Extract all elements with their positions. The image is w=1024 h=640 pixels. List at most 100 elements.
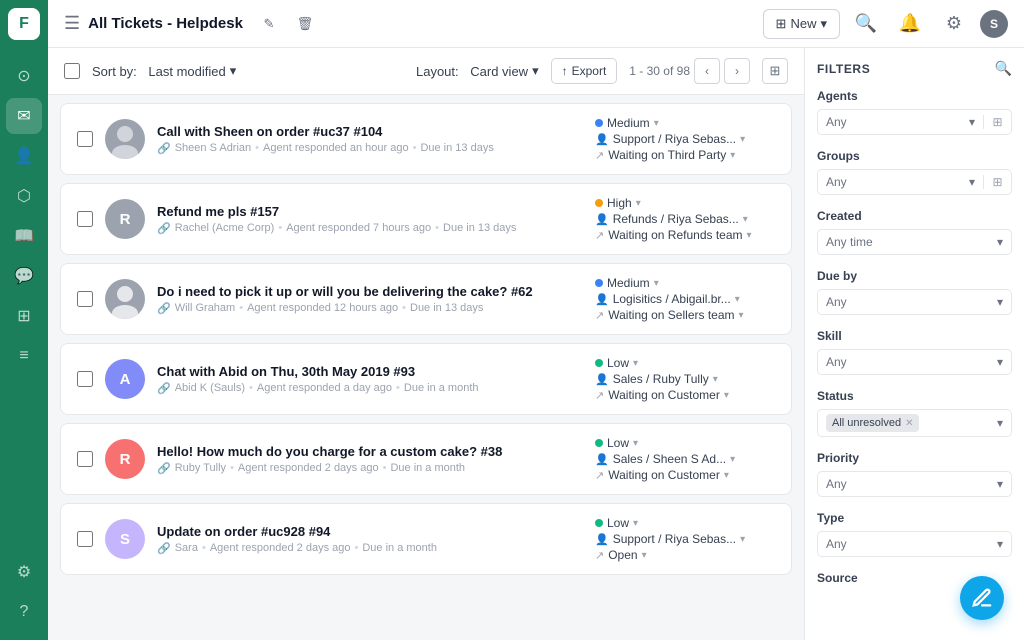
team-tag[interactable]: 👤 Support / Riya Sebas... ▾ [595, 132, 745, 146]
filter-due-by: Due by Any ▾ [817, 269, 1012, 315]
ticket-due: Due in 13 days [420, 142, 493, 154]
team-chevron: ▾ [743, 214, 748, 225]
status-tag[interactable]: ↗ Open ▾ [595, 548, 647, 562]
ticket-meta: 🔗 Sara • Agent responded 2 days ago • Du… [157, 542, 583, 555]
status-label: Waiting on Customer [608, 388, 720, 402]
ticket-title[interactable]: Call with Sheen on order #uc37 #104 [157, 124, 583, 139]
next-page-button[interactable]: › [724, 58, 750, 84]
priority-tag[interactable]: Low ▾ [595, 516, 638, 530]
filter-type: Type Any ▾ [817, 511, 1012, 557]
team-tag[interactable]: 👤 Refunds / Riya Sebas... ▾ [595, 212, 748, 226]
ticket-info: Do i need to pick it up or will you be d… [157, 284, 583, 315]
ticket-checkbox[interactable] [77, 451, 93, 467]
status-tag[interactable]: ↗ Waiting on Customer ▾ [595, 468, 729, 482]
ticket-tags: Low ▾ 👤 Support / Riya Sebas... ▾ ↗ Open… [595, 516, 775, 562]
ticket-title[interactable]: Update on order #uc928 #94 [157, 524, 583, 539]
page-title: All Tickets - Helpdesk [88, 15, 243, 32]
priority-chevron-icon: ▾ [997, 477, 1003, 491]
created-select[interactable]: Any time ▾ [817, 229, 1012, 255]
status-tag[interactable]: ↗ Waiting on Third Party ▾ [595, 148, 735, 162]
sort-label: Sort by: [92, 64, 137, 79]
groups-select[interactable]: Any ▾ ⊞ [817, 169, 1012, 195]
filter-search-icon[interactable]: 🔍 [995, 60, 1012, 77]
groups-select-main[interactable]: Any ▾ [818, 170, 983, 194]
priority-tag[interactable]: High ▾ [595, 196, 641, 210]
new-button[interactable]: ⊞ New ▾ [763, 9, 840, 39]
filters-panel: FILTERS 🔍 Agents Any ▾ ⊞ Groups [804, 48, 1024, 640]
sidebar-icon-integration[interactable]: ⊞ [6, 298, 42, 334]
priority-select[interactable]: Any ▾ [817, 471, 1012, 497]
sidebar-icon-list[interactable]: ≡ [6, 338, 42, 374]
ticket-agent: Rachel (Acme Corp) [175, 222, 275, 234]
status-tag[interactable]: ↗ Waiting on Customer ▾ [595, 388, 729, 402]
agents-action-icon[interactable]: ⊞ [983, 115, 1011, 129]
ticket-title[interactable]: Do i need to pick it up or will you be d… [157, 284, 583, 299]
priority-tag[interactable]: Medium ▾ [595, 116, 659, 130]
team-tag[interactable]: 👤 Logisitics / Abigail.br... ▾ [595, 292, 740, 306]
user-avatar[interactable]: S [980, 10, 1008, 38]
team-label: Sales / Sheen S Ad... [613, 452, 726, 466]
sort-chevron-icon: ▾ [230, 63, 237, 79]
due-by-select[interactable]: Any ▾ [817, 289, 1012, 315]
sidebar-icon-inbox[interactable]: ✉ [6, 98, 42, 134]
agents-select-main[interactable]: Any ▾ [818, 110, 983, 134]
ticket-checkbox[interactable] [77, 291, 93, 307]
filter-skill: Skill Any ▾ [817, 329, 1012, 375]
grid-view-button[interactable]: ⊞ [762, 58, 788, 84]
delete-icon[interactable]: 🗑 [291, 10, 319, 38]
ticket-checkbox[interactable] [77, 211, 93, 227]
sidebar-icon-groups[interactable]: ⬡ [6, 178, 42, 214]
ticket-checkbox[interactable] [77, 531, 93, 547]
app-logo[interactable]: F [8, 8, 40, 40]
ticket-checkbox[interactable] [77, 131, 93, 147]
sidebar-icon-help[interactable]: ? [6, 594, 42, 630]
status-select[interactable]: All unresolved ✕ ▾ [817, 409, 1012, 437]
table-row: Do i need to pick it up or will you be d… [60, 263, 792, 335]
priority-tag[interactable]: Low ▾ [595, 436, 638, 450]
status-icon: ↗ [595, 229, 604, 242]
sidebar-icon-chat[interactable]: 💬 [6, 258, 42, 294]
ticket-agent: Sara [175, 542, 198, 554]
ticket-title[interactable]: Refund me pls #157 [157, 204, 583, 219]
team-tag[interactable]: 👤 Support / Riya Sebas... ▾ [595, 532, 745, 546]
notifications-icon[interactable]: 🔔 [892, 6, 928, 42]
sidebar-icon-contacts[interactable]: 👤 [6, 138, 42, 174]
table-row: R Hello! How much do you charge for a cu… [60, 423, 792, 495]
status-icon: ↗ [595, 549, 604, 562]
status-label: Waiting on Sellers team [608, 308, 734, 322]
status-tag[interactable]: ↗ Waiting on Sellers team ▾ [595, 308, 744, 322]
ticket-checkbox[interactable] [77, 371, 93, 387]
team-tag[interactable]: 👤 Sales / Ruby Tully ▾ [595, 372, 718, 386]
ticket-info: Hello! How much do you charge for a cust… [157, 444, 583, 475]
priority-tag[interactable]: Low ▾ [595, 356, 638, 370]
sidebar-icon-home[interactable]: ⊙ [6, 58, 42, 94]
priority-tag[interactable]: Medium ▾ [595, 276, 659, 290]
sort-button[interactable]: Sort by: Last modified ▾ [92, 63, 236, 79]
status-tag-remove-icon[interactable]: ✕ [905, 418, 913, 429]
fab-button[interactable] [960, 576, 1004, 620]
ticket-title[interactable]: Hello! How much do you charge for a cust… [157, 444, 583, 459]
agents-select[interactable]: Any ▾ ⊞ [817, 109, 1012, 135]
team-tag[interactable]: 👤 Sales / Sheen S Ad... ▾ [595, 452, 735, 466]
menu-toggle-icon[interactable]: ☰ [64, 13, 80, 34]
sidebar-icon-settings[interactable]: ⚙ [6, 554, 42, 590]
layout-button[interactable]: Layout: Card view ▾ [416, 63, 539, 79]
groups-action-icon[interactable]: ⊞ [983, 175, 1011, 189]
priority-chevron: ▾ [654, 118, 659, 129]
ticket-icon: 🔗 [157, 382, 171, 395]
type-select[interactable]: Any ▾ [817, 531, 1012, 557]
search-icon[interactable]: 🔍 [848, 6, 884, 42]
created-value: Any time [826, 235, 873, 249]
team-icon: 👤 [595, 373, 609, 386]
export-button[interactable]: ↑ Export [551, 58, 618, 84]
select-all-checkbox[interactable] [64, 63, 80, 79]
team-label: Support / Riya Sebas... [613, 132, 736, 146]
skill-select[interactable]: Any ▾ [817, 349, 1012, 375]
edit-icon[interactable]: ✎ [255, 10, 283, 38]
settings-action-icon[interactable]: ⚙ [936, 6, 972, 42]
ticket-title[interactable]: Chat with Abid on Thu, 30th May 2019 #93 [157, 364, 583, 379]
sidebar-icon-reports[interactable]: 📖 [6, 218, 42, 254]
status-tag[interactable]: ↗ Waiting on Refunds team ▾ [595, 228, 752, 242]
avatar: R [105, 199, 145, 239]
prev-page-button[interactable]: ‹ [694, 58, 720, 84]
